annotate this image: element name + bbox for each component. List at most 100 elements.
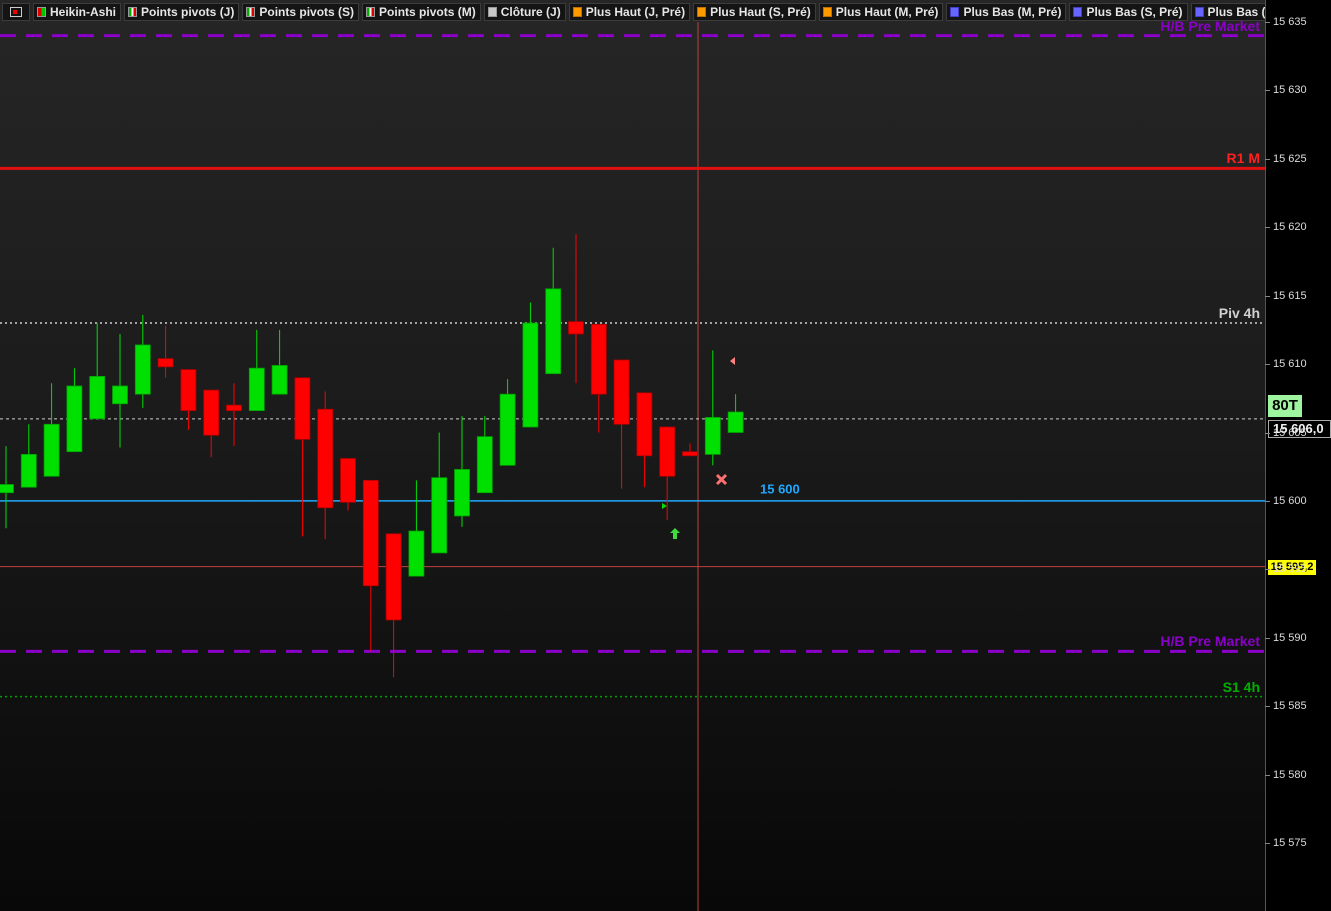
- indicator-color-swatch: [697, 6, 707, 17]
- up-arrow-icon: [670, 528, 680, 539]
- candle-body: [613, 359, 630, 425]
- indicator-button[interactable]: Points pivots (M): [362, 2, 481, 21]
- axis-tick: [1265, 295, 1270, 297]
- candle-body: [89, 375, 106, 420]
- candle-body: [727, 411, 744, 433]
- candle-body: [545, 288, 562, 375]
- indicator-label: Clôture (J): [500, 4, 561, 19]
- axis-tick-label: 15 615: [1273, 289, 1307, 302]
- indicator-button[interactable]: Plus Bas (S, Pré): [1069, 2, 1188, 21]
- candle-body: [568, 321, 584, 335]
- candle-body: [408, 530, 425, 577]
- indicator-button[interactable]: Plus Haut (J, Pré): [568, 2, 691, 21]
- axis-tick-label: 15 630: [1273, 84, 1307, 97]
- indicator-button[interactable]: Clôture (J): [483, 2, 566, 21]
- indicator-toolbar: Heikin-Ashi Points pivots (J) Points pivot…: [0, 2, 1265, 21]
- level-label: H/B Pre Market: [1160, 633, 1260, 650]
- candle-body: [476, 436, 493, 494]
- indicator-label: Plus Bas (M, Pré): [963, 4, 1062, 19]
- level-label: S1 4h: [1222, 678, 1260, 695]
- indicator-label: Points pivots (M): [379, 4, 476, 19]
- indicator-button[interactable]: Points pivots (S): [242, 2, 360, 21]
- axis-tick: [1265, 843, 1270, 844]
- axis-tick: [1265, 90, 1270, 92]
- axis-tick-label: 15 585: [1273, 700, 1307, 713]
- candle-body: [499, 393, 516, 466]
- level-label: Piv 4h: [1218, 305, 1260, 322]
- candle-body: [590, 324, 607, 395]
- candle-body: [43, 423, 60, 477]
- axis-tick-label: 15 605: [1273, 426, 1307, 439]
- candle-body: [157, 358, 174, 368]
- candle-body: [248, 367, 265, 412]
- indicator-color-swatch: [1073, 6, 1083, 17]
- axis-tick: [1265, 158, 1270, 160]
- candle-body: [226, 404, 242, 412]
- indicator-color-swatch: [128, 6, 138, 17]
- candle-body: [636, 392, 653, 457]
- axis-tick-label: 15 635: [1273, 16, 1307, 28]
- sell-arrow-marker: [730, 357, 735, 365]
- axis-tick-label: 15 620: [1273, 221, 1307, 234]
- indicator-label: Points pivots (J): [141, 4, 235, 19]
- indicator-button[interactable]: Plus Bas (J, Pré): [1190, 2, 1265, 21]
- level-label: 15 600: [760, 481, 800, 497]
- indicator-color-swatch: [246, 6, 256, 17]
- candle-body: [317, 408, 334, 509]
- indicator-button[interactable]: Points pivots (J): [124, 2, 240, 21]
- indicator-color-swatch: [37, 6, 46, 17]
- candle-body: [454, 469, 470, 517]
- close-x-icon: [715, 473, 728, 486]
- axis-tick-label: 15 590: [1273, 631, 1307, 644]
- indicator-color-swatch: [366, 6, 376, 17]
- axis-tick-label: 15 625: [1273, 152, 1307, 165]
- axis-tick: [1265, 569, 1270, 571]
- indicator-button[interactable]: Plus Bas (M, Pré): [946, 2, 1067, 21]
- indicator-color-swatch: [950, 6, 960, 17]
- indicator-color-swatch: [822, 6, 832, 17]
- candle-body: [294, 377, 311, 440]
- buy-arrow-marker: [662, 503, 667, 509]
- indicator-label: Plus Haut (J, Pré): [585, 4, 686, 19]
- indicator-label: Plus Haut (S, Pré): [710, 4, 811, 19]
- indicator-button[interactable]: Heikin-Ashi: [33, 2, 122, 21]
- candle-body: [271, 365, 288, 395]
- candle-body: [659, 426, 676, 477]
- axis-tick: [1265, 432, 1270, 434]
- indicator-label: Plus Bas (J, Pré): [1207, 4, 1265, 19]
- indicator-button[interactable]: Plus Haut (S, Pré): [693, 2, 816, 21]
- axis-tick-label: 15 600: [1273, 494, 1307, 507]
- axis-tick-label: 15 575: [1273, 837, 1307, 849]
- candle-body: [20, 453, 37, 488]
- indicator-button[interactable]: Plus Haut (M, Pré): [818, 2, 944, 21]
- axis-tick: [1265, 227, 1270, 229]
- axis-tick-label: 15 595: [1273, 563, 1307, 576]
- axis-tick-label: 15 580: [1273, 768, 1307, 781]
- indicator-label: Plus Bas (S, Pré): [1086, 4, 1183, 19]
- indicator-label: Heikin-Ashi: [50, 4, 117, 19]
- candle-body: [66, 385, 83, 453]
- axis-tick: [1265, 706, 1270, 708]
- level-label: R1 M: [1226, 150, 1260, 167]
- axis-tick: [1265, 22, 1270, 23]
- price-chart[interactable]: [0, 0, 1265, 911]
- bar-timer-tag: 80T: [1268, 395, 1302, 417]
- indicator-color-swatch: [572, 6, 582, 17]
- axis-tick: [1265, 500, 1270, 502]
- candle-body: [112, 385, 128, 405]
- chart-settings-button[interactable]: [2, 2, 30, 21]
- indicator-color-swatch: [1194, 6, 1204, 17]
- candle-body: [134, 344, 151, 395]
- candle-body: [522, 322, 539, 428]
- axis-tick: [1265, 774, 1270, 776]
- chart-area[interactable]: Heikin-Ashi Points pivots (J) Points pivot…: [0, 0, 1265, 911]
- indicator-color-swatch: [487, 6, 497, 17]
- indicator-label: Points pivots (S): [259, 4, 355, 19]
- candle-body: [362, 479, 379, 587]
- candle-body: [704, 417, 721, 455]
- candle-body: [682, 451, 698, 457]
- chart-settings-icon: [10, 6, 22, 17]
- axis-tick: [1265, 637, 1270, 639]
- indicator-label: Plus Haut (M, Pré): [835, 4, 939, 19]
- axis-tick: [1265, 364, 1270, 366]
